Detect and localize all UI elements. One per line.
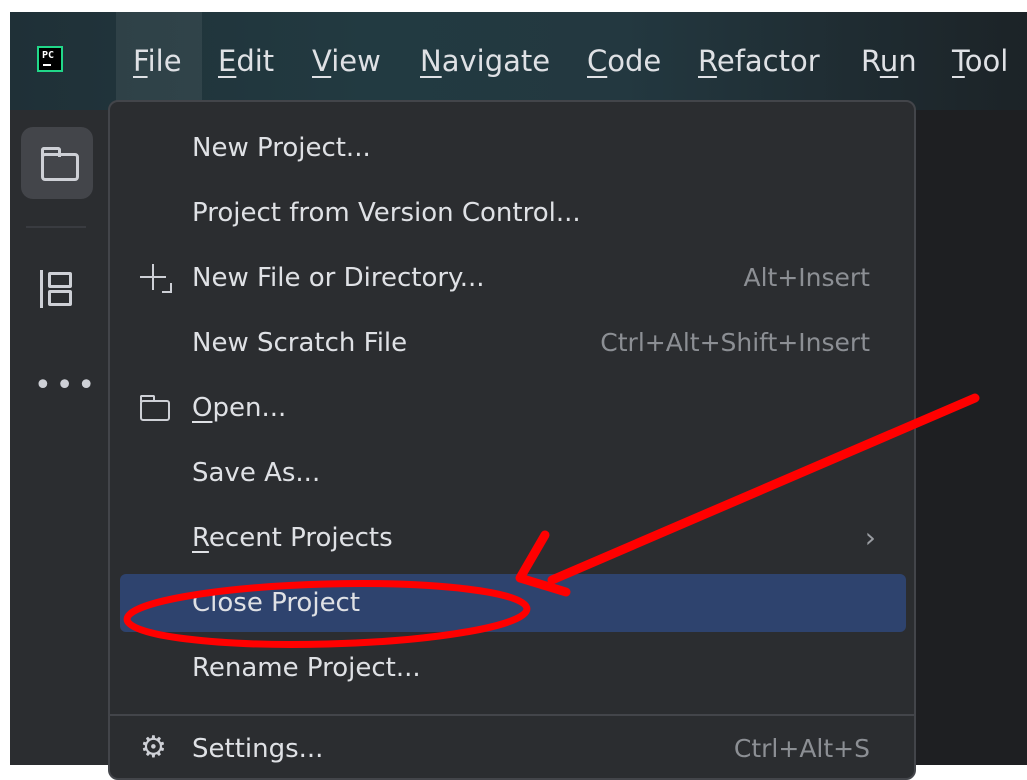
menu-separator <box>110 714 914 716</box>
menu-item-label: Save As... <box>192 458 321 488</box>
pycharm-logo-icon[interactable]: PC <box>37 46 63 72</box>
menu-item-label: Rename Project... <box>192 653 421 683</box>
menu-edit[interactable]: Edit <box>218 44 274 78</box>
menu-item-shortcut: Alt+Insert <box>743 263 870 292</box>
menu-item-label: Project from Version Control... <box>192 198 581 228</box>
project-tool-button[interactable] <box>21 127 93 199</box>
menu-file[interactable]: File <box>133 44 182 78</box>
menu-item-new-scratch-file[interactable]: New Scratch File Ctrl+Alt+Shift+Insert <box>120 314 906 372</box>
menu-item-rename-project[interactable]: Rename Project... <box>120 639 906 697</box>
tool-separator <box>26 226 86 228</box>
menu-item-label: Close Project <box>192 588 361 618</box>
menu-item-shortcut: Ctrl+Alt+Shift+Insert <box>600 328 870 357</box>
main-menubar: PC File Edit View Navigate Code Refactor… <box>10 12 1027 110</box>
menu-item-open[interactable]: Open... <box>120 379 906 437</box>
menu-navigate[interactable]: Navigate <box>420 44 550 78</box>
gear-icon: ⚙ <box>140 730 167 765</box>
more-icon[interactable]: ••• <box>34 371 99 401</box>
menu-item-new-project[interactable]: New Project... <box>120 119 906 177</box>
file-menu-dropdown: New Project... Project from Version Cont… <box>108 100 916 780</box>
menu-item-recent-projects[interactable]: Recent Projects › <box>120 509 906 567</box>
menu-tools[interactable]: Tool <box>952 44 1008 78</box>
structure-icon[interactable] <box>40 270 72 308</box>
menu-code[interactable]: Code <box>587 44 661 78</box>
menu-item-label: New File or Directory... <box>192 263 485 293</box>
menu-item-close-project[interactable]: Close Project <box>120 574 906 632</box>
folder-icon <box>41 147 79 181</box>
chevron-right-icon: › <box>864 521 876 554</box>
menu-item-label: New Project... <box>192 133 371 163</box>
left-tool-strip: ••• <box>10 110 116 765</box>
menu-item-label: Open... <box>192 393 287 423</box>
menu-item-label: Recent Projects <box>192 523 393 553</box>
menu-item-save-as[interactable]: Save As... <box>120 444 906 502</box>
menu-item-project-from-vcs[interactable]: Project from Version Control... <box>120 184 906 242</box>
folder-icon <box>138 393 172 423</box>
menu-item-shortcut: Ctrl+Alt+S <box>733 734 870 763</box>
menu-item-settings[interactable]: ⚙ Settings... Ctrl+Alt+S <box>120 720 906 778</box>
menu-item-label: Settings... <box>192 734 324 764</box>
menu-run[interactable]: Run <box>861 44 917 78</box>
menu-item-label: New Scratch File <box>192 328 408 358</box>
menu-view[interactable]: View <box>312 44 381 78</box>
menu-item-new-file-or-directory[interactable]: New File or Directory... Alt+Insert <box>120 249 906 307</box>
plus-icon <box>138 263 172 293</box>
menu-refactor[interactable]: Refactor <box>698 44 820 78</box>
